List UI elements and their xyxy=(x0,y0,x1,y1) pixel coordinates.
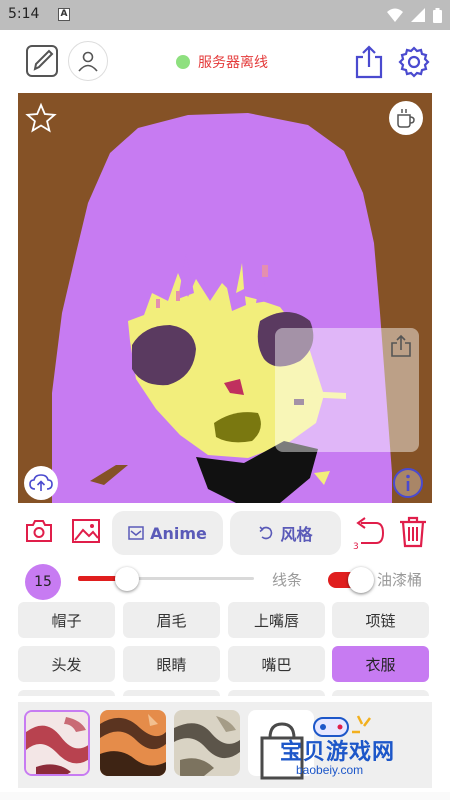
category-label: 眼睛 xyxy=(156,655,187,674)
star-icon xyxy=(25,102,57,133)
favorite-button[interactable] xyxy=(24,101,58,135)
category-more[interactable] xyxy=(123,690,220,696)
style-thumbnail[interactable] xyxy=(174,710,240,776)
trash-icon xyxy=(400,516,426,548)
image-icon xyxy=(72,519,100,543)
profile-button[interactable] xyxy=(68,41,108,81)
brush-size-slider[interactable] xyxy=(78,567,254,591)
delete-button[interactable] xyxy=(396,514,430,550)
camera-button[interactable] xyxy=(24,516,54,546)
category-label: 眉毛 xyxy=(156,611,187,630)
edit-icon xyxy=(26,45,58,77)
slider-thumb[interactable] xyxy=(115,567,140,591)
battery-icon xyxy=(433,7,442,23)
category-label: 帽子 xyxy=(51,611,82,630)
wifi-icon xyxy=(387,8,403,22)
category-more[interactable] xyxy=(332,690,429,696)
brush-size-badge[interactable]: 15 xyxy=(25,564,61,600)
info-icon xyxy=(393,468,423,498)
coffee-cup-icon xyxy=(397,109,415,128)
anime-label: Anime xyxy=(150,523,207,543)
category-eyebrows[interactable]: 眉毛 xyxy=(123,602,220,638)
server-status-dot xyxy=(176,55,190,69)
paint-bucket-toggle[interactable] xyxy=(328,567,374,593)
user-icon xyxy=(78,51,98,72)
server-status: 服务器离线 xyxy=(176,52,268,72)
category-eyes[interactable]: 眼睛 xyxy=(123,646,220,682)
watermark-url: baobeiy.com xyxy=(296,763,364,777)
watermark-title: 宝贝游戏网 xyxy=(280,740,396,765)
status-time: 5:14 xyxy=(8,6,40,22)
category-label: 头发 xyxy=(51,655,82,674)
share-button[interactable] xyxy=(352,44,386,80)
thumbnail-image xyxy=(174,710,240,776)
category-mouth[interactable]: 嘴巴 xyxy=(228,646,325,682)
category-clothes[interactable]: 衣服 xyxy=(332,646,429,682)
stroke-label: 线条 xyxy=(272,571,303,589)
export-icon xyxy=(391,334,411,357)
info-button[interactable] xyxy=(391,466,425,500)
settings-button[interactable] xyxy=(396,44,432,80)
category-necklace[interactable]: 项链 xyxy=(332,602,429,638)
server-status-label: 服务器离线 xyxy=(198,55,268,71)
notification-icon: A xyxy=(58,8,70,21)
style-thumbnail[interactable] xyxy=(100,710,166,776)
style-label: 风格 xyxy=(280,525,313,544)
site-watermark: 宝贝游戏网 baobeiy.com xyxy=(256,712,424,784)
undo-count: 3 xyxy=(353,542,359,552)
style-button[interactable]: 风格 xyxy=(230,511,341,555)
category-label: 衣服 xyxy=(365,655,396,674)
thumbnail-image xyxy=(100,710,166,776)
camera-icon xyxy=(26,520,52,542)
bottom-edge xyxy=(0,792,450,800)
coffee-button[interactable] xyxy=(389,101,423,135)
category-label: 上嘴唇 xyxy=(253,611,299,630)
signal-icon xyxy=(411,8,425,22)
gallery-button[interactable] xyxy=(70,516,102,546)
anime-button[interactable]: Anime xyxy=(112,511,223,555)
undo-button[interactable]: 3 xyxy=(350,514,386,552)
category-label: 嘴巴 xyxy=(261,655,292,674)
preview-export-button[interactable] xyxy=(389,334,413,358)
thumbnail-image xyxy=(26,712,88,774)
tool-row: Anime 风格 3 xyxy=(0,508,450,558)
share-icon xyxy=(355,45,383,79)
upload-button[interactable] xyxy=(24,466,58,500)
brush-controls: 15 线条 油漆桶 xyxy=(0,560,450,600)
toggle-knob xyxy=(348,567,374,593)
category-more[interactable] xyxy=(228,690,325,696)
category-more[interactable] xyxy=(18,690,115,696)
style-thumbnail[interactable] xyxy=(24,710,90,776)
category-upper-lip[interactable]: 上嘴唇 xyxy=(228,602,325,638)
system-icons xyxy=(387,6,442,24)
category-hat[interactable]: 帽子 xyxy=(18,602,115,638)
paint-bucket-label: 油漆桶 xyxy=(377,571,423,589)
drawing-canvas[interactable] xyxy=(18,93,432,503)
edit-mode-button[interactable] xyxy=(24,43,60,79)
envelope-icon xyxy=(128,526,144,540)
status-bar: 5:14 A xyxy=(0,0,450,30)
rotate-icon xyxy=(259,526,273,540)
category-hair[interactable]: 头发 xyxy=(18,646,115,682)
category-label: 项链 xyxy=(365,611,396,630)
cloud-upload-icon xyxy=(29,474,53,491)
gear-icon xyxy=(398,46,430,78)
